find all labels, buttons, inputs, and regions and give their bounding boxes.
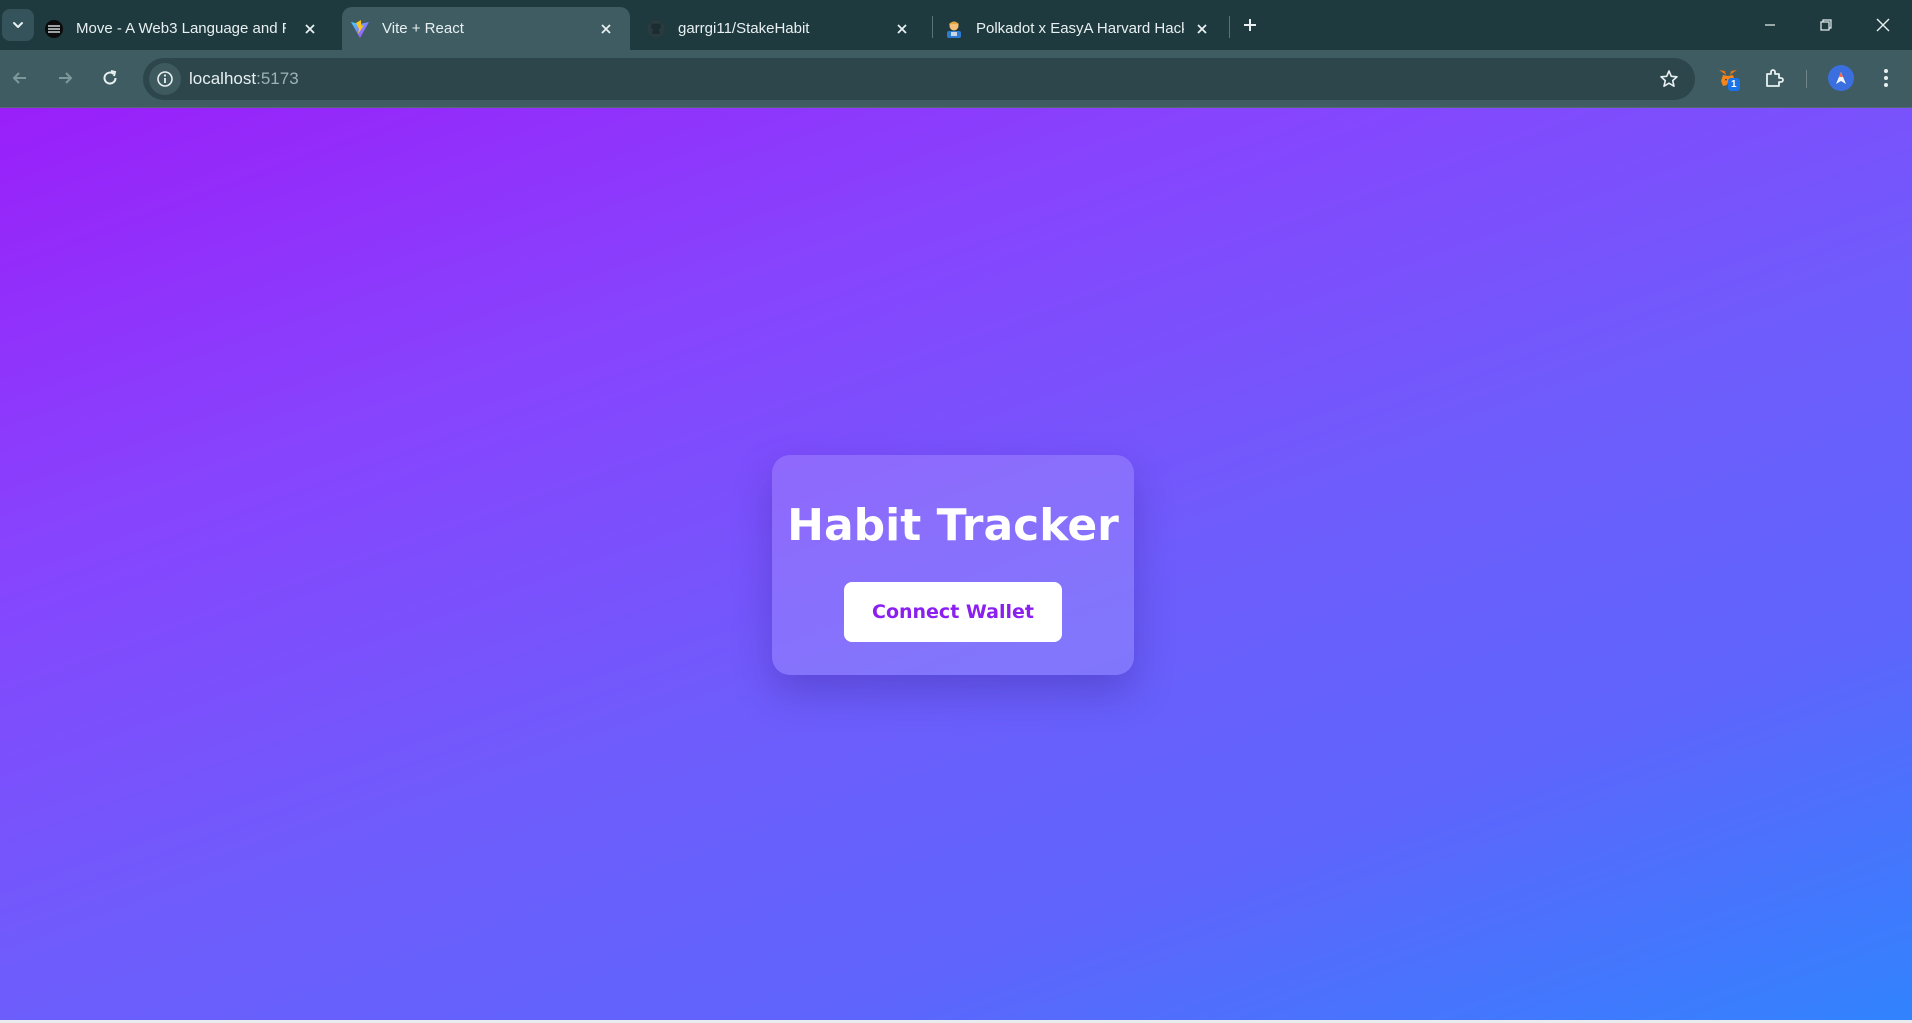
person-emoji-icon [944, 19, 964, 39]
restore-button[interactable] [1813, 12, 1839, 38]
url-text[interactable]: localhost:5173 [189, 69, 299, 89]
avatar-icon [1836, 72, 1846, 84]
tab-title: Polkadot x EasyA Harvard Hackathon [976, 20, 1184, 37]
extensions-button[interactable] [1760, 64, 1788, 92]
url-port: :5173 [256, 69, 299, 88]
kebab-menu-icon [1884, 69, 1888, 87]
close-icon[interactable] [892, 19, 912, 39]
new-tab-button[interactable] [1238, 13, 1262, 37]
browser-menu-button[interactable] [1872, 64, 1900, 92]
chevron-down-icon [13, 22, 23, 28]
tab-title: Vite + React [382, 20, 464, 37]
close-icon[interactable] [300, 19, 320, 39]
profile-avatar[interactable] [1828, 65, 1854, 91]
tab-polkadot-hackathon[interactable]: Polkadot x EasyA Harvard Hackathon [944, 7, 1226, 50]
close-window-button[interactable] [1870, 12, 1896, 38]
arrow-right-icon [59, 72, 73, 84]
metamask-extension-button[interactable]: 1 [1714, 64, 1742, 92]
info-icon [157, 71, 173, 87]
plus-icon [1244, 19, 1256, 31]
back-button[interactable] [6, 64, 34, 92]
move-logo-icon [44, 19, 64, 39]
site-info-button[interactable] [149, 63, 181, 95]
tab-move[interactable]: Move - A Web3 Language and Runtime [44, 7, 334, 50]
github-icon [646, 19, 666, 39]
tab-github-stakehabit[interactable]: garrgi11/StakeHabit [646, 7, 926, 50]
reload-icon [103, 70, 117, 85]
restore-icon [1820, 19, 1832, 31]
minimize-button[interactable] [1757, 12, 1783, 38]
arrow-left-icon [12, 72, 26, 84]
address-bar[interactable]: localhost:5173 [143, 58, 1695, 100]
page-title: Habit Tracker [787, 500, 1119, 551]
browser-toolbar: localhost:5173 1 [0, 50, 1912, 107]
tab-separator [932, 16, 933, 38]
puzzle-icon [1766, 69, 1784, 87]
forward-button[interactable] [51, 64, 79, 92]
tab-separator [1229, 16, 1230, 38]
toolbar-divider [1806, 70, 1807, 88]
star-icon [1660, 70, 1678, 87]
connect-wallet-button[interactable]: Connect Wallet [844, 582, 1062, 642]
close-icon[interactable] [1192, 19, 1212, 39]
url-host: localhost [189, 69, 257, 88]
bookmark-button[interactable] [1657, 67, 1681, 91]
page-viewport: Habit Tracker Connect Wallet [0, 108, 1912, 1020]
tab-strip: Move - A Web3 Language and Runtime Vite … [0, 0, 1912, 50]
tab-search-button[interactable] [2, 9, 34, 41]
close-icon[interactable] [596, 19, 616, 39]
tab-title: garrgi11/StakeHabit [678, 20, 810, 37]
minimize-icon [1765, 24, 1775, 26]
reload-button[interactable] [96, 64, 124, 92]
tab-vite-react[interactable]: Vite + React [342, 7, 630, 50]
close-icon [1876, 18, 1890, 32]
login-card: Habit Tracker Connect Wallet [772, 455, 1134, 675]
tab-title: Move - A Web3 Language and Runtime [76, 20, 286, 37]
vite-logo-icon [350, 19, 370, 39]
extension-badge: 1 [1728, 78, 1740, 91]
